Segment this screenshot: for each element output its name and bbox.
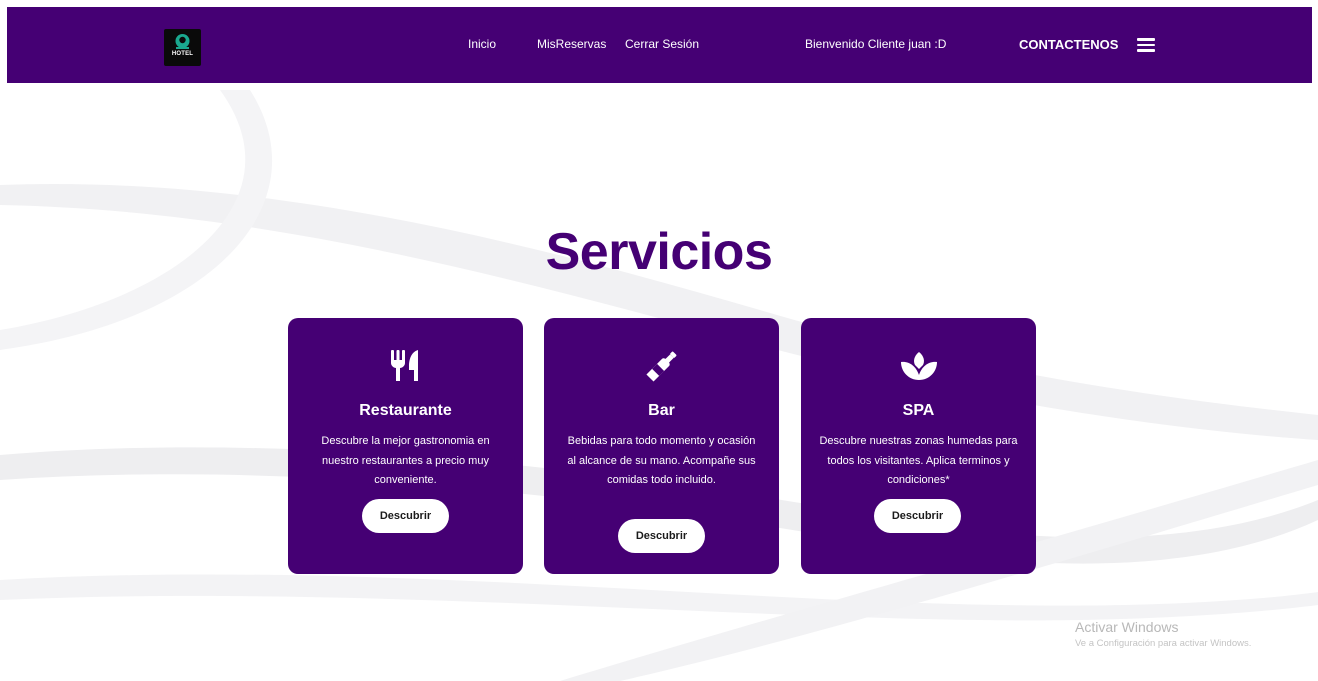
- nav-link-cerrar-sesion[interactable]: Cerrar Sesión: [625, 37, 699, 51]
- card-title-restaurante: Restaurante: [359, 402, 452, 419]
- bottle-icon: [544, 348, 779, 384]
- nav-link-mis-reservas[interactable]: MisReservas: [537, 37, 606, 51]
- card-title-bar: Bar: [648, 402, 675, 419]
- card-description-spa: Descubre nuestras zonas humedas para tod…: [819, 435, 1018, 486]
- card-title-spa: SPA: [902, 402, 935, 419]
- service-card-restaurante: Restaurante Descubre la mejor gastronomi…: [288, 318, 523, 574]
- windows-activation-title: Activar Windows: [1075, 619, 1179, 635]
- service-card-spa: SPA Descubre nuestras zonas humedas para…: [801, 318, 1036, 574]
- windows-activation-subtitle: Ve a Configuración para activar Windows.: [1075, 638, 1252, 649]
- page-title: Servicios: [545, 223, 773, 281]
- descubrir-button-bar[interactable]: Descubrir: [618, 519, 705, 553]
- nav-link-inicio[interactable]: Inicio: [468, 37, 496, 51]
- utensils-icon: [288, 348, 523, 384]
- card-description-restaurante: Descubre la mejor gastronomia en nuestro…: [321, 435, 490, 486]
- service-card-bar: Bar Bebidas para todo momento y ocasión …: [544, 318, 779, 574]
- hamburger-menu-icon[interactable]: [1137, 38, 1155, 52]
- hotel-logo-icon: [175, 34, 190, 49]
- top-navbar: HOTEL Inicio MisReservas Cerrar Sesión B…: [7, 7, 1312, 83]
- contact-link[interactable]: CONTACTENOS: [1019, 37, 1118, 52]
- spa-lotus-icon: [801, 348, 1036, 384]
- welcome-message: Bienvenido Cliente juan :D: [805, 37, 947, 51]
- logo-text: HOTEL: [171, 51, 194, 57]
- descubrir-button-restaurante[interactable]: Descubrir: [362, 499, 449, 533]
- card-description-bar: Bebidas para todo momento y ocasión al a…: [567, 435, 756, 486]
- hotel-logo[interactable]: HOTEL: [164, 29, 201, 66]
- descubrir-button-spa[interactable]: Descubrir: [874, 499, 961, 533]
